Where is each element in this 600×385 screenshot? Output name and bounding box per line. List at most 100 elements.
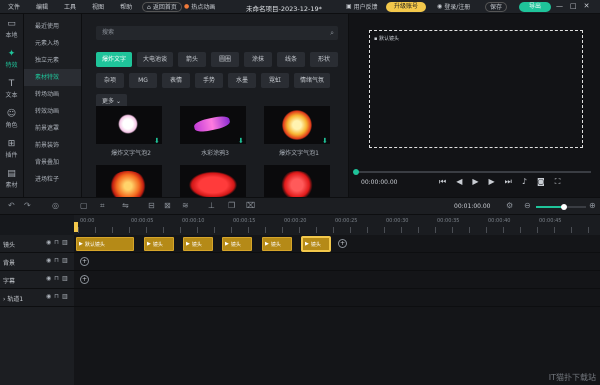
feedback-button[interactable]: ▣ 用户反馈 xyxy=(346,2,378,11)
zoom-slider[interactable] xyxy=(536,204,586,210)
category-item[interactable]: 元素入场 xyxy=(24,35,81,52)
clip[interactable]: ▶ 镜头 xyxy=(183,237,213,251)
rail-item-material[interactable]: ▤ 素材 xyxy=(0,164,23,194)
add-clip-button[interactable]: + xyxy=(80,275,89,284)
track-lane-background[interactable]: + xyxy=(74,253,600,271)
category-item[interactable]: 独立元素 xyxy=(24,52,81,69)
save-button[interactable]: 保存 xyxy=(485,2,508,12)
tag-item[interactable]: 霓虹 xyxy=(261,73,289,88)
rail-item-text[interactable]: T 文本 xyxy=(0,74,23,104)
download-icon[interactable]: ⬇ xyxy=(154,137,160,145)
redo-icon[interactable]: ↷ xyxy=(24,201,31,210)
track-header-track1[interactable]: › 轨道1 ◉ ⊓ ▥ xyxy=(0,289,74,307)
eye-icon[interactable]: ◉ xyxy=(46,239,51,246)
tag-item[interactable]: MG xyxy=(129,73,157,88)
expand-icon[interactable]: › xyxy=(3,296,5,303)
effect-thumbnail[interactable]: ⬇ 水彩涂鸦3 xyxy=(180,106,258,159)
clip[interactable]: ▶ 镜头 xyxy=(144,237,174,251)
category-item[interactable]: 进场粒子 xyxy=(24,171,81,188)
step-back-icon[interactable]: ◀ xyxy=(456,177,462,187)
download-icon[interactable]: ⬇ xyxy=(238,137,244,145)
skip-start-icon[interactable]: ⏮ xyxy=(439,177,446,187)
tag-item[interactable]: 大电池谈 xyxy=(137,52,174,67)
menu-edit[interactable]: 编辑 xyxy=(28,2,56,11)
copy-icon[interactable]: ❐ xyxy=(228,201,235,210)
eye-icon[interactable]: ◉ xyxy=(46,275,51,282)
step-forward-icon[interactable]: ▶ xyxy=(489,177,495,187)
lock-icon[interactable]: ⊓ xyxy=(54,257,59,264)
track-header-camera[interactable]: 镜头 ◉ ⊓ ▥ xyxy=(0,235,74,253)
tag-item[interactable]: 手势 xyxy=(195,73,223,88)
eye-icon[interactable]: ◉ xyxy=(46,257,51,264)
align-icon[interactable]: ⊥ xyxy=(208,201,215,210)
playhead[interactable] xyxy=(74,222,78,232)
download-icon[interactable]: ⬇ xyxy=(322,137,328,145)
track-lane-subtitle[interactable]: + xyxy=(74,271,600,289)
settings-icon[interactable]: ⚙ xyxy=(506,201,513,210)
tag-item[interactable]: 线条 xyxy=(277,52,306,67)
category-item-active[interactable]: 素材特效 xyxy=(24,69,81,86)
effect-thumbnail[interactable]: ⬇ 爆炸文字气泡2 xyxy=(96,106,174,159)
clip[interactable]: ▶ 默认镜头 xyxy=(76,237,134,251)
delete-icon[interactable]: ⌧ xyxy=(246,201,255,210)
category-item[interactable]: 前景遮罩 xyxy=(24,120,81,137)
eye-icon[interactable]: ◉ xyxy=(46,293,51,300)
undo-icon[interactable]: ↶ xyxy=(8,201,15,210)
tag-item[interactable]: 情绪气氛 xyxy=(294,73,331,88)
rail-item-plugin[interactable]: ⊞ 插件 xyxy=(0,134,23,164)
tag-item[interactable]: 杂项 xyxy=(96,73,124,88)
category-item[interactable]: 转场动画 xyxy=(24,86,81,103)
zoom-handle[interactable] xyxy=(560,204,567,210)
clip-selected[interactable]: ▶ 镜头 xyxy=(302,237,330,251)
track-lane-camera[interactable]: ▶ 默认镜头 ▶ 镜头 ▶ 镜头 ▶ 镜头 ▶ 镜头 ▶ 镜头 + xyxy=(74,235,600,253)
add-clip-button[interactable]: + xyxy=(80,257,89,266)
upgrade-button[interactable]: 升级账号 xyxy=(386,2,427,12)
maximize-icon[interactable]: □ xyxy=(570,2,577,10)
crop-icon[interactable]: ▢ xyxy=(80,201,88,210)
timeline-ruler[interactable]: 00:00 00:00:05 00:00:10 00:00:15 00:00:20 00:… xyxy=(74,215,600,235)
lock-icon[interactable]: ⊓ xyxy=(54,275,59,282)
trash-icon[interactable]: ▥ xyxy=(62,239,68,246)
close-icon[interactable]: ✕ xyxy=(584,2,590,10)
play-icon[interactable]: ▶ xyxy=(472,177,478,187)
category-item[interactable]: 背景叠加 xyxy=(24,154,81,171)
trash-icon[interactable]: ▥ xyxy=(62,257,68,264)
camera-icon[interactable]: ◙ xyxy=(537,177,545,187)
menu-file[interactable]: 文件 xyxy=(0,2,28,11)
trash-icon[interactable]: ▥ xyxy=(62,293,68,300)
fullscreen-icon[interactable]: ⛶ xyxy=(555,177,561,187)
flip-icon[interactable]: ⇋ xyxy=(122,201,129,210)
lock-icon[interactable]: ⊓ xyxy=(54,239,59,246)
category-item[interactable]: 最近使用 xyxy=(24,18,81,35)
search-icon[interactable]: ⌕ xyxy=(330,26,334,40)
add-clip-button[interactable]: + xyxy=(338,239,347,248)
skip-end-icon[interactable]: ⏭ xyxy=(505,177,512,187)
clip[interactable]: ▶ 镜头 xyxy=(262,237,292,251)
effect-thumbnail[interactable]: ⬇ 爆炸文字气泡1 xyxy=(264,106,342,159)
split-icon[interactable]: ⊟ xyxy=(148,201,155,210)
tag-item[interactable]: 水墨 xyxy=(228,73,256,88)
volume-icon[interactable]: ♪ xyxy=(522,177,527,187)
menu-view[interactable]: 视图 xyxy=(84,2,112,11)
rail-item-character[interactable]: ☺ 角色 xyxy=(0,104,23,134)
preview-scrubber[interactable] xyxy=(353,169,591,175)
track-lane-track1[interactable] xyxy=(74,289,600,307)
tag-item[interactable]: 表情 xyxy=(162,73,190,88)
zoom-out-icon[interactable]: ⊖ xyxy=(524,201,531,210)
track-header-subtitle[interactable]: 字幕 ◉ ⊓ ▥ xyxy=(0,271,74,289)
tag-item[interactable]: 圆圈 xyxy=(211,52,240,67)
track-header-background[interactable]: 背景 ◉ ⊓ ▥ xyxy=(0,253,74,271)
rail-item-local[interactable]: ▭ 本地 xyxy=(0,14,23,44)
lock-icon[interactable]: ⊓ xyxy=(54,293,59,300)
menu-help[interactable]: 帮助 xyxy=(112,2,140,11)
category-item[interactable]: 前景装饰 xyxy=(24,137,81,154)
home-button[interactable]: ⌂ 返回首页 xyxy=(142,2,182,12)
tag-item[interactable]: 箭头 xyxy=(178,52,207,67)
scrubber-handle[interactable] xyxy=(353,169,359,175)
layers-icon[interactable]: ≋ xyxy=(182,201,189,210)
hot-animation-button[interactable]: ● 热点动画 xyxy=(184,2,215,11)
tag-item-active[interactable]: 爆炸文字 xyxy=(96,52,133,67)
minimize-icon[interactable]: — xyxy=(556,2,563,10)
target-icon[interactable]: ◎ xyxy=(52,201,59,210)
rail-item-effects[interactable]: ✦ 特效 xyxy=(0,44,23,74)
